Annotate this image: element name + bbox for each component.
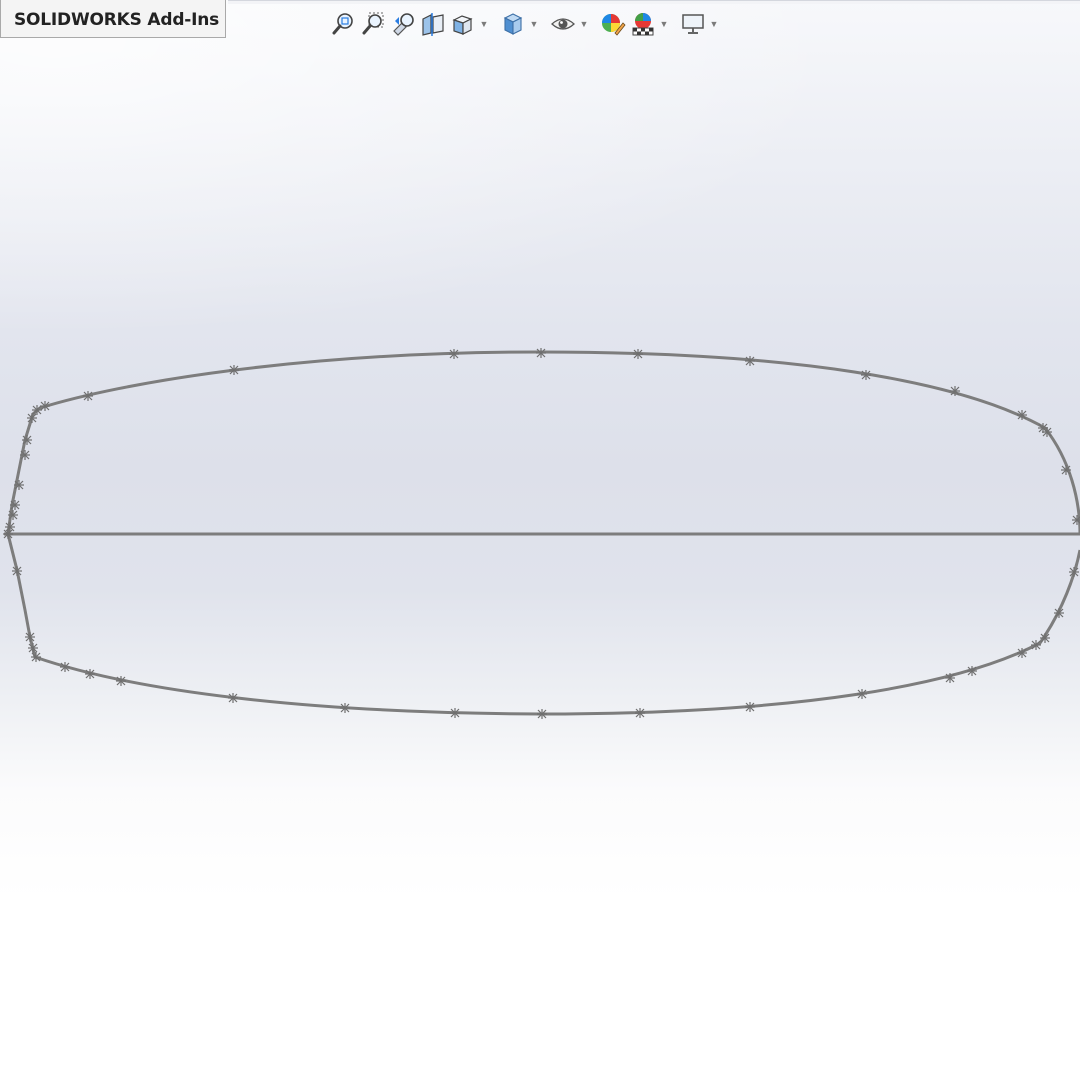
spline-point-marker[interactable]: [861, 370, 871, 380]
spline-point-marker[interactable]: [3, 529, 13, 539]
spline-point-marker[interactable]: [1040, 633, 1050, 643]
spline-point-marker[interactable]: [229, 365, 239, 375]
spline-point-marker[interactable]: [857, 689, 867, 699]
spline-point-marker[interactable]: [537, 709, 547, 719]
spline-point-marker[interactable]: [449, 349, 459, 359]
spline-point-marker[interactable]: [1017, 410, 1027, 420]
spline-point-marker[interactable]: [31, 652, 41, 662]
spline-point-marker[interactable]: [116, 676, 126, 686]
sketch-spline-upper[interactable]: [6, 350, 1080, 535]
spline-point-marker[interactable]: [40, 401, 50, 411]
spline-point-marker[interactable]: [745, 702, 755, 712]
spline-point-marker[interactable]: [12, 566, 22, 576]
spline-point-marker[interactable]: [950, 386, 960, 396]
spline-point-marker[interactable]: [945, 673, 955, 683]
spline-point-marker[interactable]: [8, 510, 18, 520]
spline-point-marker[interactable]: [85, 669, 95, 679]
spline-point-marker[interactable]: [60, 662, 70, 672]
spline-point-marker[interactable]: [967, 666, 977, 676]
spline-point-marker[interactable]: [5, 522, 15, 532]
spline-point-marker[interactable]: [1054, 608, 1064, 618]
spline-point-marker[interactable]: [633, 349, 643, 359]
spline-point-marker[interactable]: [83, 391, 93, 401]
spline-point-marker[interactable]: [450, 708, 460, 718]
spline-point-marker[interactable]: [28, 643, 38, 653]
spline-point-marker[interactable]: [635, 708, 645, 718]
spline-point-marker[interactable]: [22, 435, 32, 445]
spline-point-marker[interactable]: [228, 693, 238, 703]
sketch-spline-lower[interactable]: [6, 533, 1080, 716]
spline-point-marker[interactable]: [1069, 567, 1079, 577]
spline-point-marker[interactable]: [20, 450, 30, 460]
spline-point-marker[interactable]: [25, 632, 35, 642]
spline-point-marker[interactable]: [10, 500, 20, 510]
spline-point-marker[interactable]: [745, 356, 755, 366]
spline-point-marker[interactable]: [1031, 640, 1041, 650]
spline-point-marker[interactable]: [340, 703, 350, 713]
spline-point-marker[interactable]: [536, 348, 546, 358]
spline-point-marker[interactable]: [1017, 648, 1027, 658]
spline-point-marker[interactable]: [14, 480, 24, 490]
sketch-canvas[interactable]: [0, 0, 1080, 1080]
spline-point-marker[interactable]: [27, 413, 37, 423]
spline-point-marker[interactable]: [1042, 427, 1052, 437]
spline-point-marker[interactable]: [1061, 465, 1071, 475]
